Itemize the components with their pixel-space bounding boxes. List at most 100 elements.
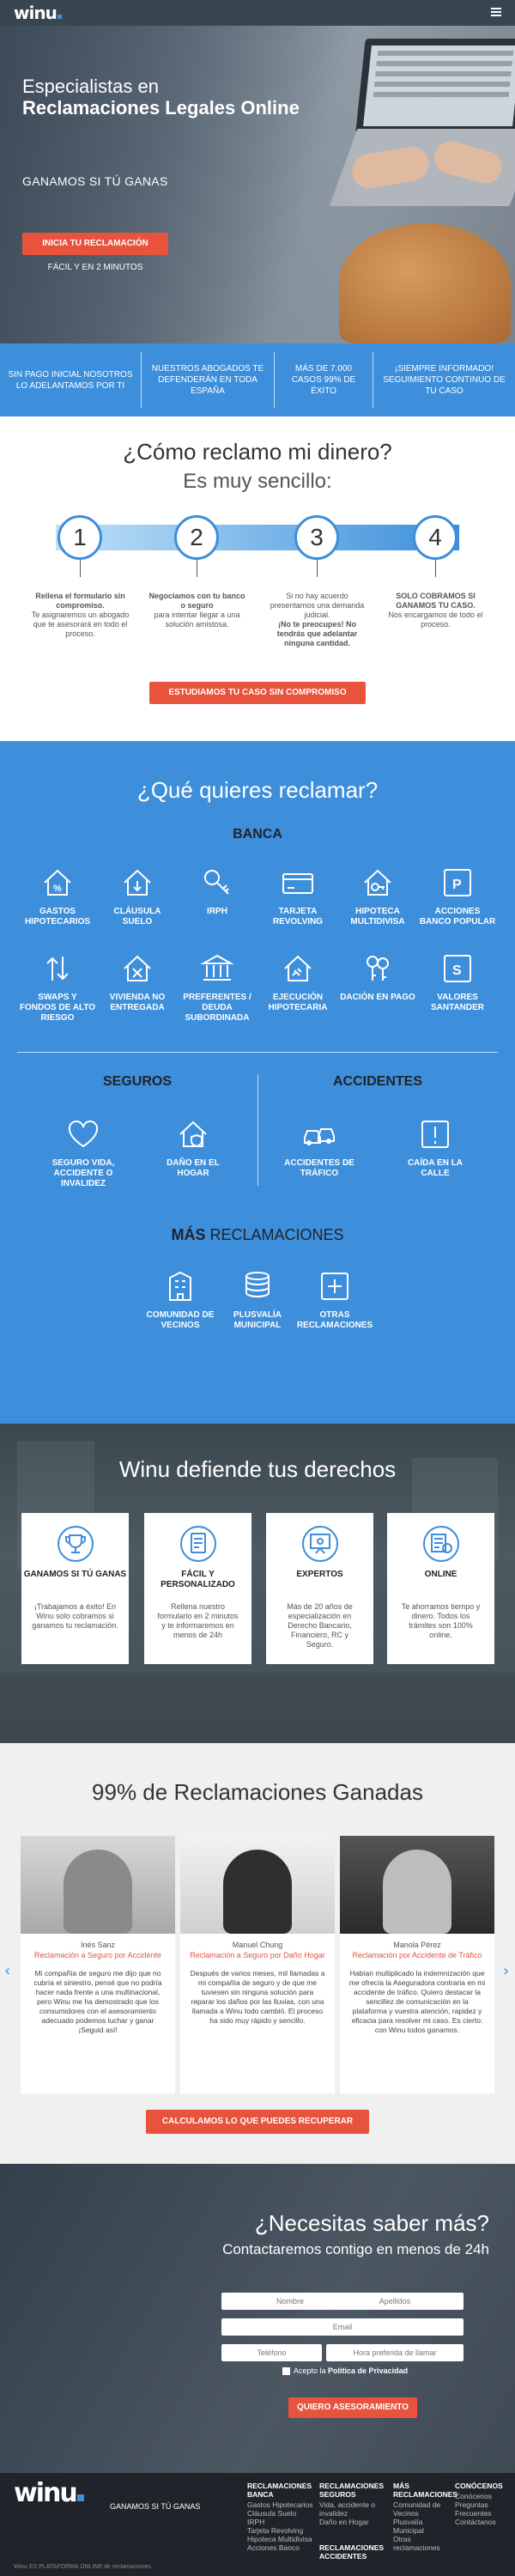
- winu-logo[interactable]: winu: [14, 3, 62, 23]
- testimonial-claim-type: Reclamación a Seguro por Accidente: [33, 1951, 162, 1959]
- svg-text:S: S: [452, 963, 462, 978]
- chevron-left-icon[interactable]: ‹: [4, 1962, 10, 1980]
- more-claims-title: MÁS RECLAMACIONES: [171, 1226, 344, 1243]
- claim-dacion-en-pago[interactable]: DACIÓN EN PAGO: [339, 951, 416, 1003]
- testimonial-card: Manuel Chung Reclamación a Seguro por Da…: [180, 1836, 335, 2093]
- claim-irph[interactable]: IRPH: [179, 866, 256, 917]
- footer-column: MÁS RECLAMACIONES Comunidad de Vecinos Pl…: [393, 2482, 458, 2552]
- testimonial-claim-type: Reclamación a Seguro por Daño Hogar: [190, 1951, 325, 1959]
- contact-section: ¿Necesitas saber más? Contactaremos cont…: [0, 2164, 515, 2473]
- claim-acciones-banco-popular[interactable]: P ACCIONES BANCO POPULAR: [419, 866, 496, 927]
- claim-caida-calle[interactable]: CAÍDA EN LA CALLE: [397, 1117, 474, 1179]
- footer-link[interactable]: Conócenos: [455, 2492, 512, 2500]
- cars-crash-icon: [304, 1128, 335, 1145]
- chevron-right-icon[interactable]: ›: [503, 1962, 509, 1980]
- top-navbar: winu: [0, 0, 515, 26]
- claim-preferentes[interactable]: PREFERENTES / DEUDA SUBORDINADA: [179, 951, 256, 1024]
- key-icon: [204, 870, 229, 895]
- step-number: 1: [58, 515, 102, 560]
- request-advice-button[interactable]: QUIERO ASESORAMIENTO: [288, 2397, 417, 2418]
- footer-link[interactable]: Cláusula Suelo: [247, 2509, 313, 2518]
- defend-title: Winu defiende tus derechos: [118, 1456, 397, 1482]
- bank-icon: [200, 954, 234, 981]
- step-description: Negociamos con tu banco o seguro para int…: [148, 592, 245, 629]
- claim-clausula-suelo[interactable]: CLÁUSULA SUELO: [99, 866, 176, 927]
- claim-comunidad-vecinos[interactable]: COMUNIDAD DE VECINOS: [142, 1269, 219, 1331]
- seguros-title: SEGUROS: [102, 1074, 172, 1089]
- claim-swaps[interactable]: SWAPS Y FONDOS DE ALTO RIESGO: [19, 951, 96, 1024]
- feature-card-title: ONLINE: [424, 1570, 457, 1579]
- testimonial-photo: [180, 1836, 335, 1934]
- footer-link[interactable]: Comunidad de Vecinos: [393, 2500, 450, 2518]
- feature-card: FÁCIL Y PERSONALIZADO Rellena nuestro fo…: [144, 1513, 251, 1664]
- step-number: 4: [413, 515, 457, 560]
- testimonial-name: Inés Sanz: [80, 1941, 116, 1949]
- testimonial-name: Manola Pérez: [393, 1941, 441, 1949]
- online-document-icon: [422, 1526, 459, 1562]
- feature-card-text: Te ahorramos tiempo y dinero. Todos los …: [401, 1602, 481, 1639]
- feature-card: GANAMOS SI TÚ GANAS ¡Trabajamos a éxito!…: [21, 1513, 129, 1664]
- testimonial-quote: Mi compañía de seguro me dijo que no cub…: [33, 1969, 162, 2034]
- claim-otras[interactable]: OTRAS RECLAMACIONES: [296, 1269, 373, 1331]
- testimonial-card: Manola Pérez Reclamación por Accidente d…: [340, 1836, 494, 2093]
- testimonial-name: Manuel Chung: [232, 1941, 283, 1949]
- claim-seguro-vida[interactable]: SEGURO VIDA, ACCIDENTE O INVALIDEZ: [40, 1117, 126, 1189]
- footer-link[interactable]: IRPH: [247, 2518, 313, 2526]
- feature-card: EXPERTOS Más de 20 años de especializaci…: [266, 1513, 373, 1664]
- claim-tarjeta-revolving[interactable]: TARJETA REVOLVING: [259, 866, 336, 927]
- telefono-field[interactable]: Teléfono: [221, 2344, 322, 2361]
- svg-text:%: %: [53, 884, 62, 894]
- claim-dano-hogar[interactable]: DAÑO EN EL HOGAR: [154, 1117, 232, 1179]
- testimonials-title: 99% de Reclamaciones Ganadas: [92, 1779, 423, 1805]
- footer-link[interactable]: Daño en Hogar: [319, 2518, 385, 2526]
- banca-title: BANCA: [233, 827, 282, 841]
- footer-column: RECLAMACIONES SEGUROS Vida, accidente o i…: [319, 2482, 385, 2561]
- apellidos-field[interactable]: Apellidos: [326, 2293, 464, 2310]
- claim-ejecucion-hipotecaria[interactable]: EJECUCIÓN HIPOTECARIA: [259, 951, 336, 1013]
- feature-card-title: GANAMOS SI TÚ GANAS: [23, 1570, 127, 1579]
- calculate-recovery-button[interactable]: CALCULAMOS LO QUE PUEDES RECUPERAR: [146, 2110, 369, 2134]
- claim-vivienda-no-entregada[interactable]: VIVIENDA NO ENTREGADA: [99, 951, 176, 1013]
- footer-logo[interactable]: winu: [14, 2478, 84, 2508]
- footer-link[interactable]: Otras reclamaciones: [393, 2535, 450, 2552]
- preferred-call-time-select[interactable]: Hora preferida de llamar: [326, 2344, 464, 2361]
- hero-title: Especialistas en Reclamaciones Legales On…: [22, 76, 300, 118]
- benefit-item: MÁS DE 7.000 CASOS 99% DE ÉXITO: [275, 352, 373, 408]
- testimonials-section: 99% de Reclamaciones Ganadas Inés Sanz R…: [0, 1743, 515, 2164]
- contact-title: ¿Necesitas saber más?: [254, 2210, 489, 2236]
- footer-link[interactable]: Plusvalía Municipal: [393, 2518, 450, 2535]
- privacy-policy-link[interactable]: Política de Privacidad: [328, 2366, 408, 2375]
- footer-link[interactable]: Contáctanos: [455, 2518, 512, 2526]
- benefit-item: SIN PAGO INICIAL NOSOTROS LO ADELANTAMOS…: [0, 352, 142, 408]
- contact-subtitle: Contactaremos contigo en menos de 24h: [222, 2241, 489, 2257]
- free-case-study-button[interactable]: ESTUDIAMOS TU CASO SIN COMPROMISO: [149, 682, 366, 704]
- expert-badge-icon: [301, 1526, 338, 1562]
- claim-gastos-hipotecarios[interactable]: % GASTOS HIPOTECARIOS: [19, 866, 96, 927]
- claim-hipoteca-multidivisa[interactable]: HIPOTECA MULTIDIVISA: [339, 866, 416, 927]
- letter-p-icon: P: [444, 869, 471, 896]
- hamburger-icon[interactable]: [491, 8, 501, 16]
- building-icon: [169, 1271, 191, 1301]
- footer-link[interactable]: Vida, accidente o invalidez: [319, 2500, 385, 2518]
- benefit-item: NUESTROS ABOGADOS TE DEFENDERÁN EN TODA …: [142, 352, 275, 408]
- claims-section: ¿Qué quieres reclamar? BANCA % GASTOS HI…: [0, 741, 515, 1424]
- privacy-checkbox[interactable]: [282, 2367, 290, 2375]
- step-number: 2: [174, 515, 219, 560]
- feature-card-text: ¡Trabajamos a éxito! En Winu solo cobram…: [32, 1602, 118, 1630]
- claim-valores-santander[interactable]: S VALORES SANTANDER: [419, 951, 496, 1013]
- testimonial-photo: [21, 1836, 175, 1934]
- coins-icon: [245, 1272, 270, 1298]
- privacy-label: Acepto la Política de Privacidad: [294, 2366, 409, 2375]
- benefit-item: ¡SIEMPRE INFORMADO! SEGUIMIENTO CONTINUO…: [383, 364, 506, 396]
- swap-arrows-icon: [46, 957, 69, 981]
- footer-link[interactable]: Preguntas Frecuentes: [455, 2500, 512, 2518]
- start-claim-button[interactable]: INICIA TU RECLAMACIÓN: [22, 233, 168, 255]
- email-field[interactable]: Email: [221, 2318, 464, 2336]
- claim-plusvalia[interactable]: PLUSVALÍA MUNICIPAL: [219, 1269, 296, 1331]
- plus-box-icon: [321, 1273, 348, 1300]
- footer-link[interactable]: Hipoteca Multidivisa: [247, 2535, 313, 2543]
- claim-accidentes-trafico[interactable]: ACCIDENTES DE TRÁFICO: [281, 1117, 358, 1179]
- footer-link[interactable]: Gastos Hipotecarios: [247, 2500, 313, 2509]
- footer-link[interactable]: Acciones Banco: [247, 2543, 313, 2552]
- footer-link[interactable]: Tarjeta Revolving: [247, 2526, 313, 2535]
